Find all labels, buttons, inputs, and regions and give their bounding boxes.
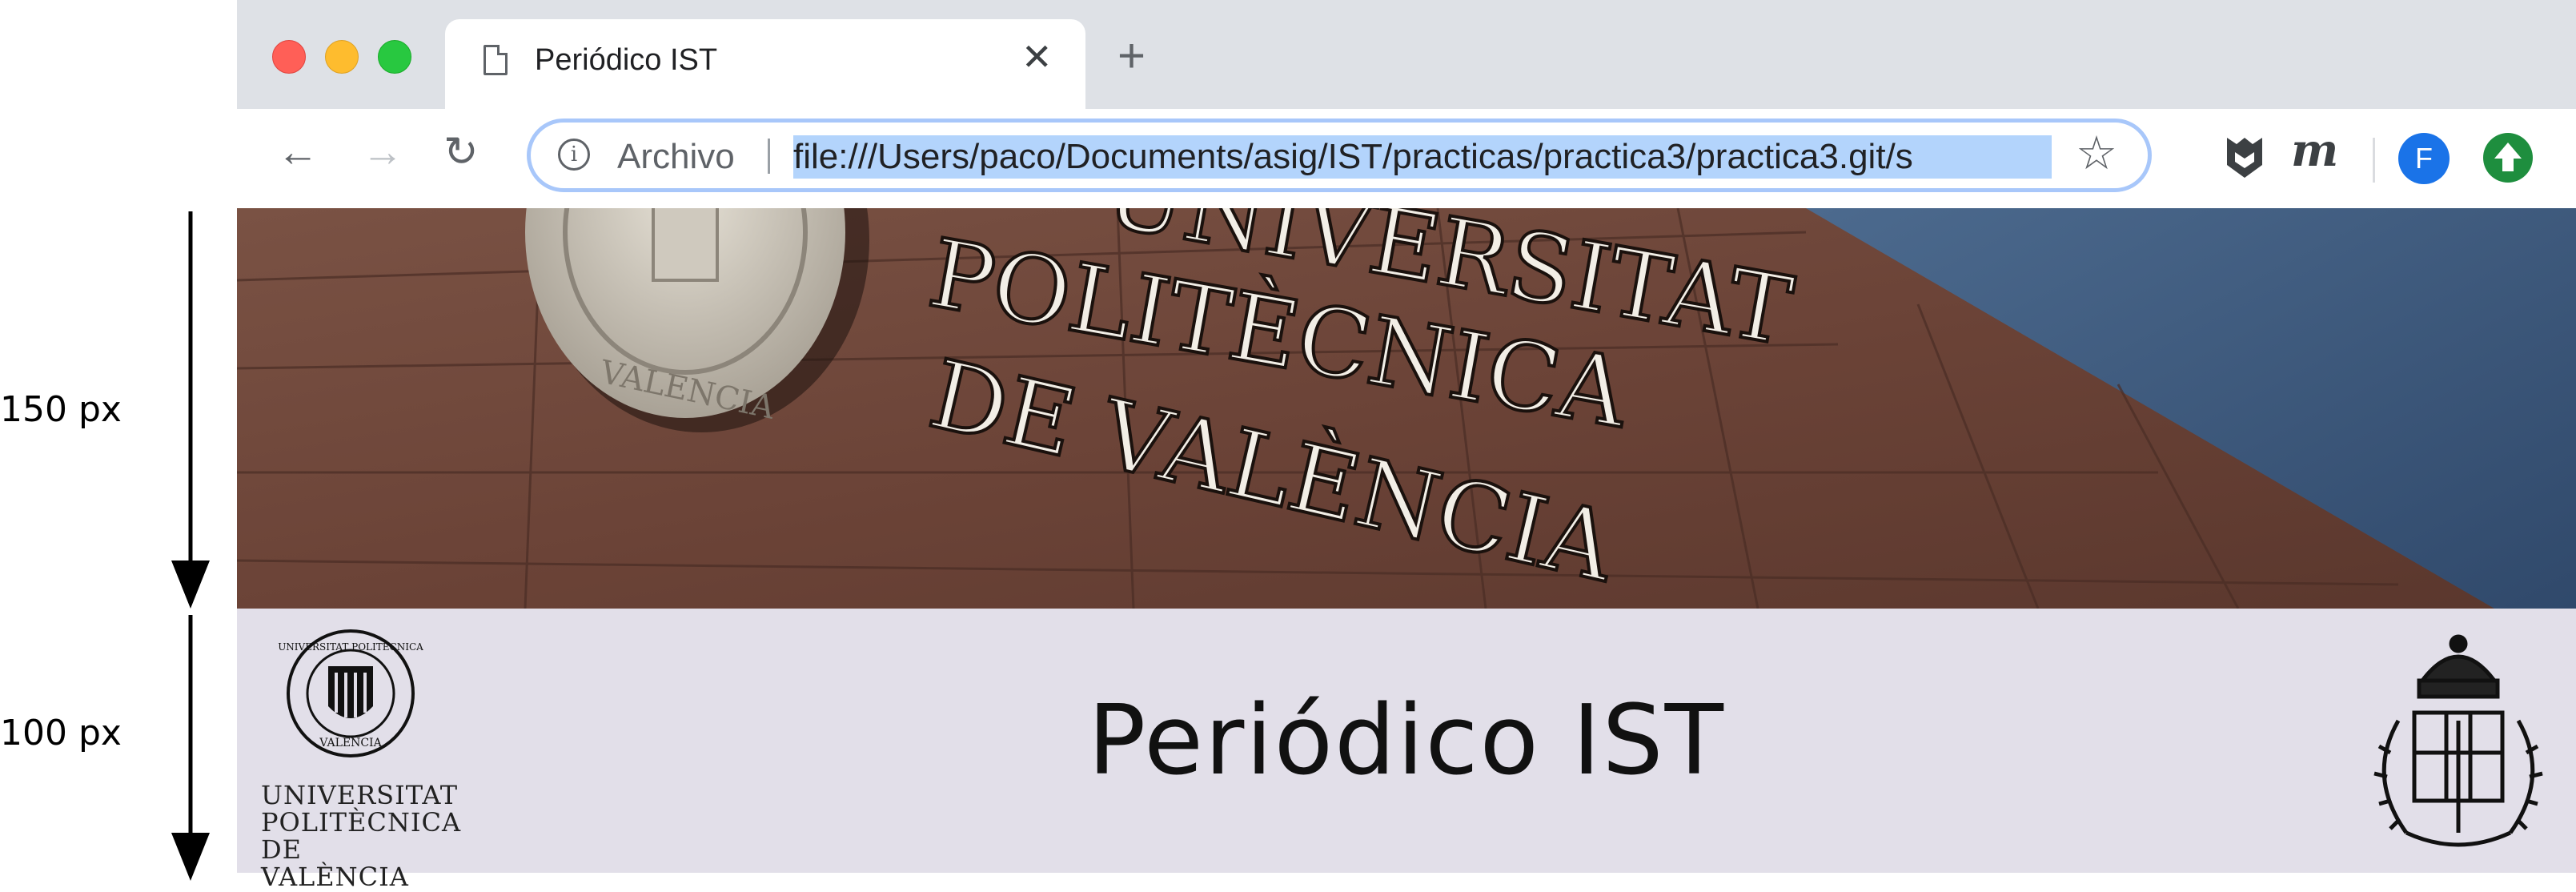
tab-periodico[interactable]: Periódico IST ✕: [445, 19, 1085, 109]
update-icon[interactable]: [2483, 133, 2533, 183]
annotation-header-height: 100 px: [0, 713, 122, 753]
upv-seal-top-text: UNIVERSITAT POLITÈCNICA: [278, 641, 423, 653]
tab-title: Periódico IST: [535, 43, 718, 77]
bookmark-star-icon[interactable]: ☆: [2076, 131, 2117, 177]
minimize-window-button[interactable]: [325, 40, 359, 74]
upv-logo-line-2: POLITÈCNICA: [261, 807, 462, 838]
tab-close-icon[interactable]: ✕: [1021, 38, 1053, 75]
browser-window: Periódico IST ✕ + ← → ↻ i Archivo file:/…: [237, 0, 2576, 890]
back-button[interactable]: ←: [277, 131, 319, 173]
profile-avatar[interactable]: F: [2398, 133, 2450, 184]
annotation-arrows: [171, 211, 210, 881]
scheme-label: Archivo: [617, 137, 735, 176]
annotation-banner-height: 150 px: [0, 389, 122, 430]
zoom-window-button[interactable]: [378, 40, 411, 74]
page-title: Periódico IST: [1088, 685, 1725, 797]
toolbar-divider: [2373, 138, 2375, 183]
info-icon[interactable]: i: [558, 139, 590, 171]
banner-image: VALENCIA UNIVERSITAT POLITÈCNICA DE VALÈ…: [237, 208, 2576, 609]
upv-logo-line-3: DE VALÈNCIA: [261, 834, 409, 892]
reload-button[interactable]: ↻: [443, 131, 479, 173]
shield-extension-icon[interactable]: [2222, 133, 2267, 181]
url-text[interactable]: file:///Users/paco/Documents/asig/IST/pr…: [793, 135, 2052, 179]
document-icon: [484, 45, 508, 75]
m-extension-icon[interactable]: m: [2291, 128, 2338, 173]
page-header: UNIVERSITAT POLITÈCNICA VALENCIA UNIVERS…: [237, 609, 2576, 890]
address-separator: [768, 139, 770, 174]
close-window-button[interactable]: [272, 40, 306, 74]
new-tab-button[interactable]: +: [1117, 32, 1146, 80]
toolbar: ← → ↻ i Archivo file:///Users/paco/Docum…: [237, 109, 2576, 208]
coat-of-arms-icon: [2373, 634, 2543, 847]
address-bar[interactable]: i Archivo file:///Users/paco/Documents/a…: [527, 119, 2152, 192]
upv-logo-text: UNIVERSITAT POLITÈCNICA DE VALÈNCIA: [261, 782, 462, 892]
tab-strip: Periódico IST ✕ +: [237, 0, 2576, 109]
forward-button[interactable]: →: [362, 131, 403, 173]
